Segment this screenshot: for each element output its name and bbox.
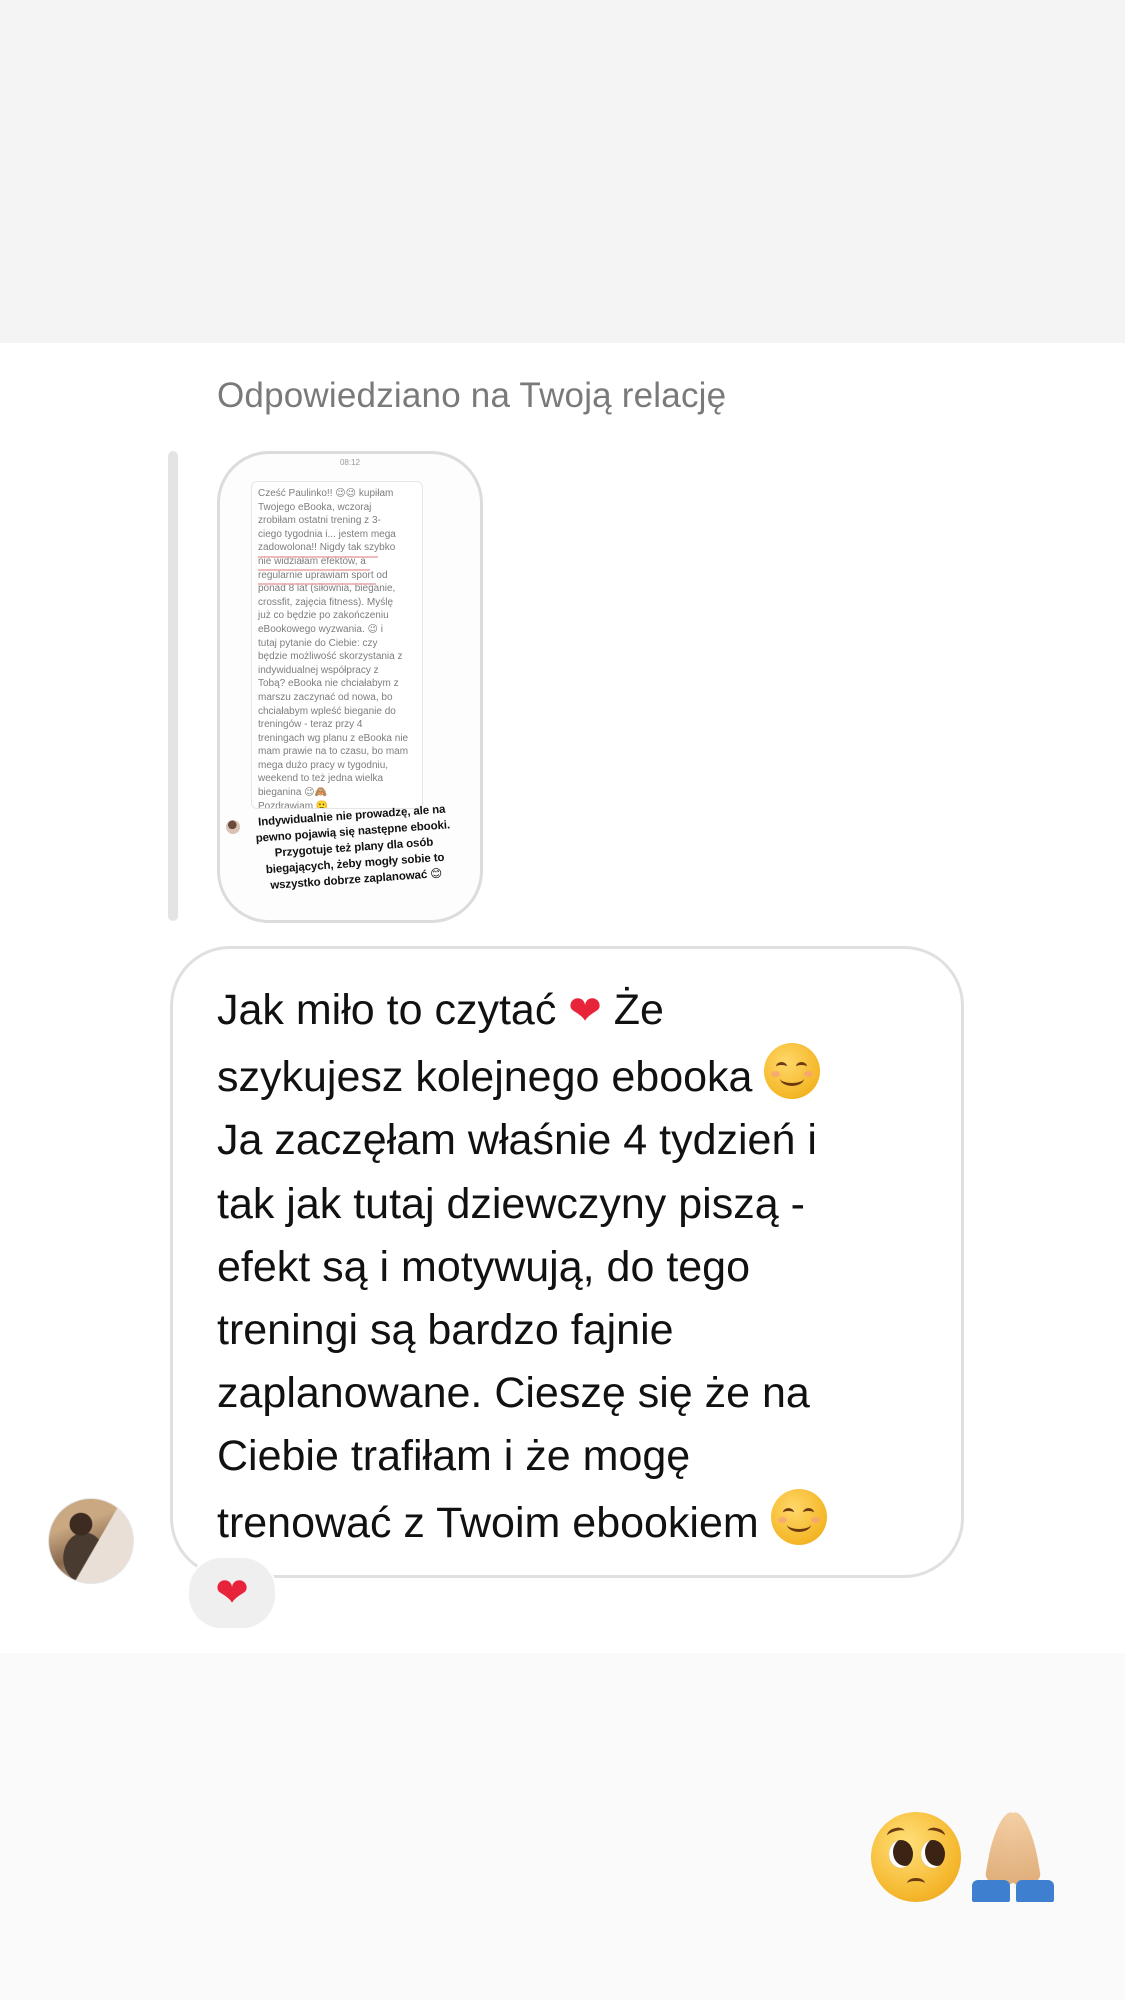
highlight-underline xyxy=(258,556,378,558)
message-text-part3: Ja zaczęłam właśnie 4 tydzień i tak jak … xyxy=(217,1116,817,1547)
story-overlay-reply: Indywidualnie nie prowadzę, ale na pewno… xyxy=(255,803,451,892)
folded-hands-icon[interactable] xyxy=(968,1809,1058,1902)
story-reply-caption: Odpowiedziano na Twoją relację xyxy=(217,376,727,415)
highlight-underline xyxy=(258,583,376,585)
message-text-part1: Jak miło to czytać xyxy=(217,986,569,1034)
story-message-screenshot: Cześć Paulinko!! 😉😉 kupiłam Twojego eBoo… xyxy=(251,481,423,809)
story-message-text: Cześć Paulinko!! 😉😉 kupiłam Twojego eBoo… xyxy=(258,488,409,809)
reply-quote-bar xyxy=(168,451,178,921)
message-text: Jak miło to czytać ❤ Że szykujesz kolejn… xyxy=(217,979,937,1555)
story-thumbnail[interactable]: 08:12 Cześć Paulinko!! 😉😉 kupiłam Twojeg… xyxy=(217,451,483,923)
message-reaction[interactable]: ❤ xyxy=(187,1556,277,1630)
pleading-face-icon[interactable] xyxy=(871,1812,961,1902)
smiling-face-icon xyxy=(770,1488,827,1545)
red-heart-icon: ❤ xyxy=(215,1570,249,1616)
red-heart-icon: ❤ xyxy=(568,988,602,1034)
highlight-underline xyxy=(258,569,370,571)
story-status-time: 08:12 xyxy=(339,458,361,467)
bottom-blank-area xyxy=(0,1653,1125,2000)
top-blank-area xyxy=(0,0,1125,343)
sender-avatar[interactable] xyxy=(48,1498,134,1584)
message-bubble[interactable]: Jak miło to czytać ❤ Że szykujesz kolejn… xyxy=(170,946,964,1578)
smiling-face-icon xyxy=(764,1043,821,1100)
